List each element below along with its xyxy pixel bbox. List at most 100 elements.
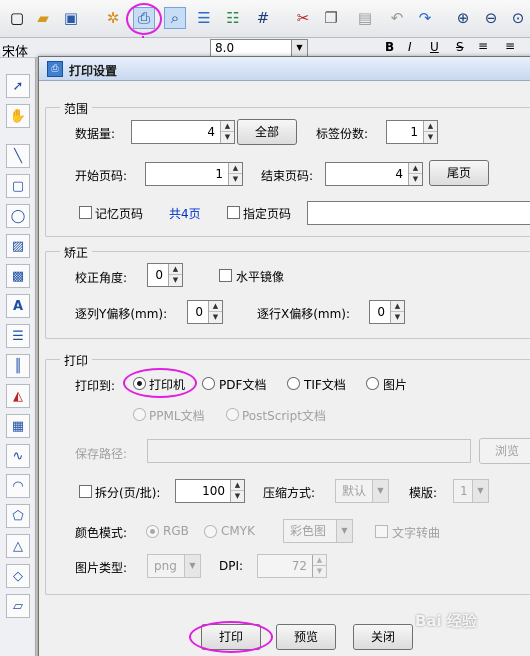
color-cmyk-radio[interactable] — [204, 525, 217, 538]
mirror-checkbox[interactable] — [219, 269, 232, 282]
dpi-input[interactable]: 72 ▲ ▼ — [257, 554, 327, 578]
shape-tool-icon[interactable]: ◭ — [6, 384, 30, 408]
end-page-input[interactable]: 4 ▲ ▼ — [325, 162, 423, 186]
last-page-button[interactable]: 尾页 — [429, 160, 489, 186]
data-count-input[interactable]: 4 ▲ ▼ — [131, 120, 235, 144]
start-page-input[interactable]: 1 ▲ ▼ — [145, 162, 243, 186]
italic-button[interactable]: I — [408, 40, 412, 54]
database-link-icon[interactable]: ☷ — [222, 7, 244, 29]
diamond-tool-icon[interactable]: ◇ — [6, 564, 30, 588]
dialog-titlebar[interactable]: ⎙ 打印设置 — [39, 57, 530, 81]
settings-gear-icon[interactable]: ✲ — [102, 7, 124, 29]
new-icon[interactable]: ▢ — [6, 7, 28, 29]
spinner-arrows[interactable]: ▲ ▼ — [408, 163, 422, 185]
chevron-down-icon: ▼ — [184, 555, 200, 577]
target-ppml-radio[interactable] — [133, 408, 146, 421]
align-left-icon[interactable]: ≡ — [478, 39, 488, 53]
parallelogram-tool-icon[interactable]: ▱ — [6, 594, 30, 618]
target-postscript-radio[interactable] — [226, 408, 239, 421]
col-y-offset-input[interactable]: 0 ▲ ▼ — [187, 300, 223, 324]
font-size-select[interactable]: 8.0 ▼ — [210, 39, 308, 57]
curve-tool-icon[interactable]: ∿ — [6, 444, 30, 468]
template-select[interactable]: 1 ▼ — [453, 479, 489, 503]
target-pdf-radio[interactable] — [202, 377, 215, 390]
spinner-arrows[interactable]: ▲ ▼ — [230, 480, 244, 502]
rounded-rect-tool-icon[interactable]: ▢ — [6, 174, 30, 198]
save-path-input[interactable] — [147, 439, 471, 463]
col-y-offset-label: 逐列Y偏移(mm): — [75, 307, 168, 321]
cut-icon[interactable]: ✂ — [292, 7, 314, 29]
compression-select[interactable]: 默认 ▼ — [335, 479, 389, 503]
specify-page-checkbox[interactable] — [227, 206, 240, 219]
spinner-arrows[interactable]: ▲ ▼ — [220, 121, 234, 143]
remember-page-checkbox[interactable] — [79, 206, 92, 219]
qrcode-tool-icon[interactable]: ▦ — [6, 414, 30, 438]
pointer-tool-icon[interactable]: ➚ — [6, 74, 30, 98]
pan-hand-tool-icon[interactable]: ✋ — [6, 104, 30, 128]
row-x-offset-input[interactable]: 0 ▲ ▼ — [369, 300, 405, 324]
color-image-value: 彩色图 — [290, 524, 327, 538]
line-tool-icon[interactable]: ╲ — [6, 144, 30, 168]
spinner-arrows[interactable]: ▲ ▼ — [390, 301, 404, 323]
all-button[interactable]: 全部 — [237, 119, 297, 145]
save-path-label: 保存路径: — [75, 447, 128, 461]
paste-icon[interactable]: ▤ — [354, 7, 376, 29]
underline-button[interactable]: U — [430, 40, 439, 54]
picture-tool-icon[interactable]: ▩ — [6, 264, 30, 288]
align-center-icon[interactable]: ≡ — [505, 39, 515, 53]
specify-page-input[interactable] — [307, 201, 530, 225]
polygon-tool-icon[interactable]: ⬠ — [6, 504, 30, 528]
undo-icon[interactable]: ↶ — [386, 7, 408, 29]
copy-icon[interactable]: ❐ — [320, 7, 342, 29]
ellipse-tool-icon[interactable]: ◯ — [6, 204, 30, 228]
watermark-logo: Bai 经验 — [415, 612, 477, 630]
spinner-arrows[interactable]: ▲ ▼ — [168, 264, 182, 286]
color-image-select[interactable]: 彩色图 ▼ — [283, 519, 353, 543]
text-tool-icon[interactable]: A — [6, 294, 30, 318]
total-pages-text: 共4页 — [169, 207, 201, 221]
browse-button[interactable]: 浏览 — [479, 438, 530, 464]
zoom-fit-icon[interactable]: ⊙ — [507, 7, 529, 29]
zoom-in-icon[interactable]: ⊕ — [452, 7, 474, 29]
dialog-title: 打印设置 — [69, 64, 118, 78]
database-icon[interactable]: ☰ — [193, 7, 215, 29]
angle-input[interactable]: 0 ▲ ▼ — [147, 263, 183, 287]
target-tif-radio[interactable] — [287, 377, 300, 390]
image-type-select[interactable]: png ▼ — [147, 554, 201, 578]
data-count-label: 数据量: — [75, 127, 116, 141]
strikethrough-button[interactable]: S — [456, 40, 464, 54]
print-preview-icon[interactable]: ⌕ — [164, 7, 186, 29]
tool-sidebar: ➚ ✋ ╲ ▢ ◯ ▨ ▩ A ☰ ║ ◭ ▦ ∿ ◠ ⬠ △ ◇ ▱ — [0, 58, 36, 656]
image-tool-icon[interactable]: ▨ — [6, 234, 30, 258]
triangle-tool-icon[interactable]: △ — [6, 534, 30, 558]
color-rgb-label: RGB — [163, 524, 189, 538]
copies-input[interactable]: 1 ▲ ▼ — [386, 120, 438, 144]
redo-icon[interactable]: ↷ — [414, 7, 436, 29]
spinner-arrows[interactable]: ▲ ▼ — [208, 301, 222, 323]
barcode-tool-icon[interactable]: ║ — [6, 354, 30, 378]
color-rgb-radio[interactable] — [146, 525, 159, 538]
font-size-value: 8.0 — [215, 41, 235, 55]
open-folder-icon[interactable]: ▰ — [32, 7, 54, 29]
text-to-curve-checkbox[interactable] — [375, 525, 388, 538]
spinner-arrows[interactable]: ▲ ▼ — [423, 121, 437, 143]
main-toolbar: ▢ ▰ ▣ ✲ ⎙ ⌕ ☰ ☷ # ✂ ❐ ▤ ↶ ↷ ⊕ ⊖ ⊙ — [0, 0, 530, 38]
target-image-radio[interactable] — [366, 377, 379, 390]
grid-icon[interactable]: # — [252, 7, 274, 29]
spinner-arrows[interactable]: ▲ ▼ — [312, 555, 326, 577]
rich-text-tool-icon[interactable]: ☰ — [6, 324, 30, 348]
split-input[interactable]: 100 ▲ ▼ — [175, 479, 245, 503]
chevron-down-icon[interactable]: ▼ — [291, 40, 307, 56]
split-checkbox[interactable] — [79, 485, 92, 498]
preview-button[interactable]: 预览 — [276, 624, 336, 650]
zoom-out-icon[interactable]: ⊖ — [480, 7, 502, 29]
arc-tool-icon[interactable]: ◠ — [6, 474, 30, 498]
row-x-offset-label: 逐行X偏移(mm): — [257, 307, 351, 321]
color-mode-label: 颜色模式: — [75, 526, 128, 540]
spinner-arrows[interactable]: ▲ ▼ — [228, 163, 242, 185]
dpi-value: 72 — [291, 559, 307, 573]
save-icon[interactable]: ▣ — [60, 7, 82, 29]
close-button[interactable]: 关闭 — [353, 624, 413, 650]
bold-button[interactable]: B — [385, 40, 394, 54]
image-type-label: 图片类型: — [75, 561, 128, 575]
